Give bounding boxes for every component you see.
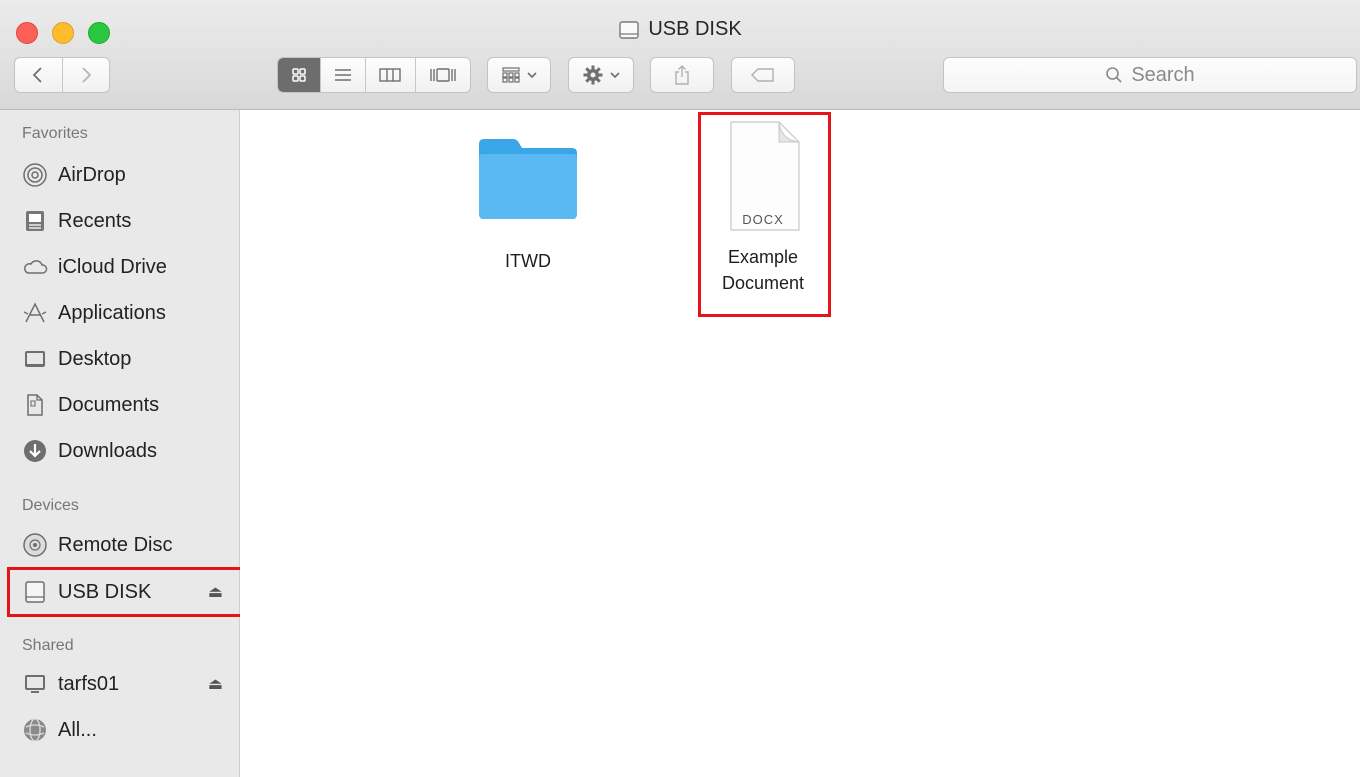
minimize-button[interactable] (52, 22, 74, 44)
arrange-grid-icon (502, 67, 520, 83)
icon-view-button[interactable] (278, 58, 320, 92)
sidebar-item-label: Remote Disc (58, 533, 173, 556)
navigation-buttons (14, 57, 110, 93)
chevron-left-icon (33, 67, 43, 83)
cloud-icon (22, 254, 48, 280)
gear-icon (583, 65, 603, 85)
network-icon (22, 717, 48, 743)
action-button[interactable] (568, 57, 634, 93)
drive-icon (22, 579, 48, 605)
chevron-down-icon (527, 72, 537, 79)
favorites-header: Favorites (22, 125, 88, 142)
sidebar-item-downloads[interactable]: Downloads (22, 431, 237, 471)
share-button[interactable] (650, 57, 714, 93)
docx-badge: DOCX (742, 212, 784, 227)
window-title-text: USB DISK (648, 18, 742, 40)
sidebar-item-label: Downloads (58, 439, 157, 462)
list-view-icon (334, 69, 351, 81)
forward-button[interactable] (61, 58, 109, 92)
file-name: ITWD (505, 251, 551, 271)
list-view-button[interactable] (319, 58, 366, 92)
zoom-button[interactable] (88, 22, 110, 44)
column-view-icon (379, 68, 402, 82)
documents-icon (22, 392, 48, 418)
desktop-icon (22, 346, 48, 372)
sidebar-item-desktop[interactable]: Desktop (22, 339, 237, 379)
computer-icon (22, 671, 48, 697)
sidebar-item-usb-disk[interactable]: USB DISK ⏏ (22, 572, 237, 612)
disc-icon (22, 532, 48, 558)
file-name-line2: Document (721, 273, 805, 293)
sidebar-item-label: USB DISK (58, 580, 152, 603)
drive-icon (619, 20, 640, 39)
folder-itwd[interactable]: ITWD (468, 134, 588, 274)
file-example-document[interactable]: DOCX Example Document (700, 114, 826, 296)
sidebar-item-label: All... (58, 718, 97, 741)
search-icon (1106, 67, 1122, 83)
back-button[interactable] (15, 58, 62, 92)
tag-icon (751, 68, 774, 82)
devices-header: Devices (22, 497, 79, 514)
applications-icon (22, 300, 48, 326)
sidebar-item-applications[interactable]: Applications (22, 293, 237, 333)
sidebar-item-label: Documents (58, 393, 160, 416)
shared-header: Shared (22, 637, 74, 654)
search-placeholder: Search (1131, 63, 1195, 86)
sidebar-item-airdrop[interactable]: AirDrop (22, 155, 237, 195)
cover-flow-icon (430, 68, 456, 82)
sidebar-item-recents[interactable]: Recents (22, 201, 237, 241)
chevron-down-icon (610, 72, 620, 79)
cover-flow-button[interactable] (414, 58, 470, 92)
share-icon (675, 65, 689, 85)
window-toolbar: USB DISK Search (0, 0, 1360, 110)
sidebar-item-remote-disc[interactable]: Remote Disc (22, 525, 237, 565)
airdrop-icon (22, 162, 48, 188)
window-title: USB DISK (0, 18, 1360, 47)
sidebar-item-label: Desktop (58, 347, 132, 370)
sidebar-item-icloud-drive[interactable]: iCloud Drive (22, 247, 237, 287)
sidebar-item-tarfs01[interactable]: tarfs01 ⏏ (22, 664, 237, 704)
tag-button[interactable] (731, 57, 795, 93)
downloads-icon (22, 438, 48, 464)
sidebar-item-all[interactable]: All... (22, 710, 237, 750)
recents-icon (22, 208, 48, 234)
close-button[interactable] (16, 22, 38, 44)
file-name-line1: Example (727, 247, 799, 267)
sidebar-item-label: Applications (58, 301, 166, 324)
eject-icon[interactable]: ⏏ (208, 674, 223, 694)
search-field[interactable]: Search (943, 57, 1357, 93)
column-view-button[interactable] (365, 58, 414, 92)
eject-icon[interactable]: ⏏ (208, 582, 223, 602)
sidebar-item-label: Recents (58, 209, 132, 232)
sidebar-item-documents[interactable]: Documents (22, 385, 237, 425)
sidebar-item-label: iCloud Drive (58, 255, 167, 278)
sidebar-item-label: AirDrop (58, 163, 126, 186)
icon-view-icon (292, 68, 306, 82)
view-mode-control (277, 57, 471, 93)
chevron-right-icon (82, 67, 92, 83)
sidebar-item-label: tarfs01 (58, 672, 120, 695)
arrange-button[interactable] (487, 57, 551, 93)
folder-icon (479, 139, 577, 219)
